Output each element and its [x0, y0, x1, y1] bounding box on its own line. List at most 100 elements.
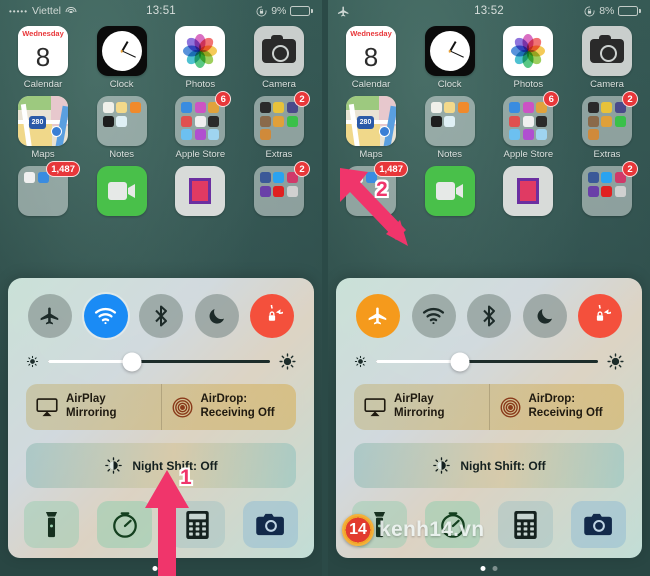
clock-label: 13:52: [474, 5, 504, 17]
airdrop-button[interactable]: AirDrop: Receiving Off: [488, 384, 625, 430]
page-dot[interactable]: [152, 566, 158, 571]
battery-icon: [290, 6, 313, 16]
notes-folder[interactable]: Notes: [417, 96, 483, 160]
airplane-mode-toggle[interactable]: [28, 294, 72, 339]
status-bar-right: 8%: [504, 5, 641, 17]
notes-folder[interactable]: Notes: [89, 96, 155, 160]
airplay-mirroring-button[interactable]: AirPlay Mirroring: [26, 384, 161, 430]
airdrop-icon: [500, 397, 521, 418]
airplay-label: AirPlay Mirroring: [66, 393, 117, 420]
books-app[interactable]: [167, 166, 233, 216]
brightness-track[interactable]: [48, 352, 270, 372]
brightness-high-icon: [607, 353, 624, 370]
brightness-low-icon: [26, 355, 39, 368]
night-shift-label: Night Shift: Off: [132, 458, 218, 473]
camera-app[interactable]: Camera: [246, 26, 312, 90]
comparison-stage: ••••• Viettel 13:51 9% Wednesday 8 Calen…: [0, 0, 650, 576]
brightness-track[interactable]: [376, 352, 598, 372]
phone-screenshot-before: ••••• Viettel 13:51 9% Wednesday 8 Calen…: [0, 0, 322, 576]
status-bar-left: [337, 5, 474, 18]
rotation-lock-toggle[interactable]: [578, 294, 622, 339]
facetime-app[interactable]: [417, 166, 483, 216]
control-center-toggles: [348, 290, 630, 339]
badge-count: 6: [543, 91, 560, 107]
books-app[interactable]: [495, 166, 561, 216]
app-label: Apple Store: [175, 149, 226, 160]
battery-icon: [618, 6, 641, 16]
extras-folder[interactable]: 2 Extras: [246, 91, 312, 160]
kenh14-watermark-text: kenh14.vn: [379, 518, 485, 541]
apple-store-folder[interactable]: 6 Apple Store: [167, 91, 233, 160]
camera-app[interactable]: Camera: [574, 26, 640, 90]
wifi-toggle[interactable]: [83, 294, 128, 339]
camera-button[interactable]: [243, 501, 298, 548]
page-dot[interactable]: [480, 566, 486, 571]
app-row-1: Wednesday 8 Calendar Clock Photos Camera: [10, 26, 312, 90]
timer-button[interactable]: [97, 501, 152, 548]
flashlight-button[interactable]: [24, 501, 79, 548]
night-shift-button[interactable]: Night Shift: Off: [26, 443, 296, 488]
battery-percent-label: 8%: [599, 5, 615, 17]
airplane-mode-toggle[interactable]: [356, 294, 400, 339]
status-bar: ••••• Viettel 13:51 9%: [0, 0, 322, 22]
badge-count: 2: [621, 91, 638, 107]
maps-route-number: 280: [29, 116, 46, 129]
brightness-slider[interactable]: [354, 352, 624, 372]
calendar-app[interactable]: Wednesday 8 Calendar: [338, 26, 404, 90]
extras-folder[interactable]: 2 Extras: [574, 91, 640, 160]
wifi-toggle[interactable]: [411, 294, 456, 339]
rotation-lock-toggle[interactable]: [250, 294, 294, 339]
clock-app[interactable]: Clock: [89, 26, 155, 90]
app-label: Photos: [513, 79, 544, 90]
brightness-high-icon: [279, 353, 296, 370]
facetime-app[interactable]: [89, 166, 155, 216]
calendar-app[interactable]: Wednesday 8 Calendar: [10, 26, 76, 90]
airdrop-label: AirDrop: Receiving Off: [200, 393, 275, 420]
social-folder[interactable]: 2: [246, 161, 312, 216]
social-folder[interactable]: 2: [574, 161, 640, 216]
airplay-mirroring-button[interactable]: AirPlay Mirroring: [354, 384, 489, 430]
status-bar-right: 9%: [176, 5, 313, 17]
brightness-slider[interactable]: [26, 352, 296, 372]
airdrop-button[interactable]: AirDrop: Receiving Off: [160, 384, 297, 430]
app-label: Notes: [437, 149, 463, 160]
calculator-button[interactable]: [170, 501, 225, 548]
brightness-knob[interactable]: [122, 352, 142, 372]
airplane-icon: [337, 5, 350, 18]
bluetooth-toggle[interactable]: [467, 294, 511, 339]
carrier-label: Viettel: [32, 5, 62, 17]
airplay-icon: [36, 397, 58, 417]
app-label: Calendar: [351, 79, 391, 90]
clock-app[interactable]: Clock: [417, 26, 483, 90]
mail-folder[interactable]: 1,487: [338, 161, 408, 216]
bluetooth-toggle[interactable]: [139, 294, 183, 339]
maps-app[interactable]: 280 Maps: [338, 96, 404, 160]
camera-button[interactable]: [571, 501, 626, 548]
do-not-disturb-toggle[interactable]: [522, 294, 567, 339]
night-shift-icon: [432, 456, 451, 475]
page-dot[interactable]: [492, 566, 498, 571]
app-label: Extras: [593, 149, 621, 160]
brightness-knob[interactable]: [450, 352, 470, 372]
photos-app[interactable]: Photos: [167, 26, 233, 90]
photos-icon: [503, 26, 554, 76]
calculator-button[interactable]: [498, 501, 553, 548]
clock-icon: [96, 26, 147, 76]
badge-count: 2: [293, 91, 310, 107]
maps-app[interactable]: 280 Maps: [10, 96, 76, 160]
rotation-lock-icon: [584, 6, 595, 17]
calendar-day: 8: [363, 42, 379, 72]
photos-icon: [175, 26, 226, 76]
annotation-number-1: 1: [180, 466, 192, 489]
apple-store-folder[interactable]: 6 Apple Store: [495, 91, 561, 160]
photos-app[interactable]: Photos: [495, 26, 561, 90]
mail-folder[interactable]: 1,487: [10, 161, 80, 216]
phone-screenshot-after: 13:52 8% Wednesday 8 Calendar Clock Phot…: [328, 0, 650, 576]
wifi-icon: [65, 6, 77, 16]
shortcuts-row: [24, 501, 298, 548]
page-dot[interactable]: [164, 566, 170, 571]
night-shift-button[interactable]: Night Shift: Off: [354, 443, 624, 488]
camera-icon: [581, 26, 632, 76]
app-label: Photos: [185, 79, 216, 90]
do-not-disturb-toggle[interactable]: [194, 294, 239, 339]
